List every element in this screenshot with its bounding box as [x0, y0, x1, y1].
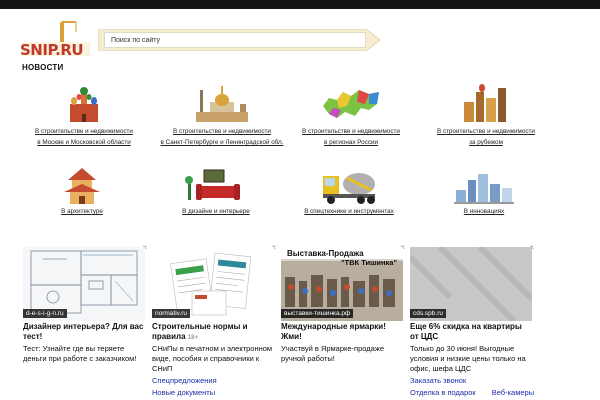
- ad-text: Участвуй в Ярмарке-продаже ручной работы…: [281, 344, 385, 363]
- ad-card-normativ[interactable]: × normativ.ru Строительные нормы и прави…: [152, 243, 276, 400]
- category-moscow[interactable]: В строительстве и недвижимости в Москве …: [14, 82, 154, 148]
- news-section-title: НОВОСТИ: [22, 63, 64, 72]
- category-design[interactable]: В дизайне и интерьере: [146, 166, 286, 217]
- pagoda-icon: [64, 168, 100, 204]
- ad-title[interactable]: Дизайнер интерьера? Для вас тест!: [23, 322, 145, 342]
- category-innovation[interactable]: В инновациях: [414, 166, 554, 217]
- category-abroad-line1[interactable]: В строительстве и недвижимости: [416, 126, 556, 137]
- category-regions-line2[interactable]: в регионах России: [281, 137, 421, 148]
- category-moscow-line1[interactable]: В строительстве и недвижимости: [14, 126, 154, 137]
- header: SNIP.RU: [0, 9, 600, 65]
- category-architecture-line1[interactable]: В архитектуре: [12, 206, 152, 217]
- category-architecture[interactable]: В архитектуре: [12, 166, 152, 217]
- russia-map-icon: [323, 90, 379, 118]
- ad-link-gift-finishing[interactable]: Отделка в подарок: [410, 387, 476, 399]
- ad-domain: normativ.ru: [152, 309, 191, 318]
- ad-card-design[interactable]: × d-e-s-i-g-n.ru Дизайнер интерьера? Для…: [23, 243, 147, 400]
- category-spb[interactable]: В строительстве и недвижимости в Санкт-П…: [152, 82, 292, 148]
- ad-text: Только до 30 июня! Выгодные условия и ни…: [410, 344, 526, 373]
- ad-link-webcams[interactable]: Веб-камеры: [492, 387, 534, 399]
- search-box: [98, 29, 380, 51]
- search-input[interactable]: [104, 32, 366, 48]
- category-spb-line1[interactable]: В строительстве и недвижимости: [152, 126, 292, 137]
- category-machinery[interactable]: В спецтехнике и инструментах: [279, 166, 419, 217]
- ad-card-cds[interactable]: × cds.spb.ru Еще 6% скидка на квартиры о…: [410, 243, 534, 400]
- ad-domain: d-e-s-i-g-n.ru: [23, 309, 67, 318]
- ad-text: Тест: Узнайте где вы теряете деньги при …: [23, 344, 137, 363]
- st-petersburg-icon: [196, 86, 248, 122]
- top-bar: [0, 0, 600, 9]
- ad-title[interactable]: Еще 6% скидка на квартиры от ЦДС: [410, 322, 532, 342]
- kremlin-icon: [70, 87, 98, 122]
- ad-banner-2: "ТВК Тишинка": [341, 258, 397, 267]
- category-abroad[interactable]: В строительстве и недвижимости за рубежо…: [416, 82, 556, 148]
- skyscrapers-icon: [464, 84, 506, 122]
- ad-domain: cds.spb.ru: [410, 309, 446, 318]
- category-regions-line1[interactable]: В строительстве и недвижимости: [281, 126, 421, 137]
- ad-domain: выставки-тишинка.рф: [281, 309, 354, 318]
- concrete-mixer-icon: [323, 173, 375, 204]
- logo-text: SNIP.RU: [20, 41, 83, 58]
- age-badge: 18+: [187, 335, 198, 341]
- ad-title-text[interactable]: Строительные нормы и правила: [152, 322, 247, 341]
- ad-title[interactable]: Строительные нормы и правила 18+: [152, 322, 274, 343]
- ad-card-tishinka[interactable]: × Выставка-Продажа "ТВК Тишинка" выставк…: [281, 243, 405, 400]
- category-machinery-line1[interactable]: В спецтехнике и инструментах: [279, 206, 419, 217]
- ad-links: Заказать звонок Отделка в подарок Веб-ка…: [410, 375, 570, 399]
- category-moscow-line2[interactable]: в Москве и Московской области: [14, 137, 154, 148]
- category-innovation-line1[interactable]: В инновациях: [414, 206, 554, 217]
- category-abroad-line2[interactable]: за рубежом: [416, 137, 556, 148]
- modern-city-icon: [454, 174, 514, 204]
- category-spb-line2[interactable]: в Санкт-Петербурге и Ленинградской обл.: [152, 137, 292, 148]
- site-logo[interactable]: SNIP.RU: [18, 18, 94, 58]
- ad-text: СНиПы в печатном и электронном виде, пос…: [152, 344, 273, 373]
- category-regions[interactable]: В строительстве и недвижимости в региона…: [281, 82, 421, 148]
- ad-title[interactable]: Международные ярмарки! Жми!: [281, 322, 403, 342]
- category-design-line1[interactable]: В дизайне и интерьере: [146, 206, 286, 217]
- ad-banner: Выставка-Продажа: [287, 249, 364, 258]
- ad-link-callback[interactable]: Заказать звонок: [410, 375, 570, 387]
- sofa-icon: [185, 169, 240, 200]
